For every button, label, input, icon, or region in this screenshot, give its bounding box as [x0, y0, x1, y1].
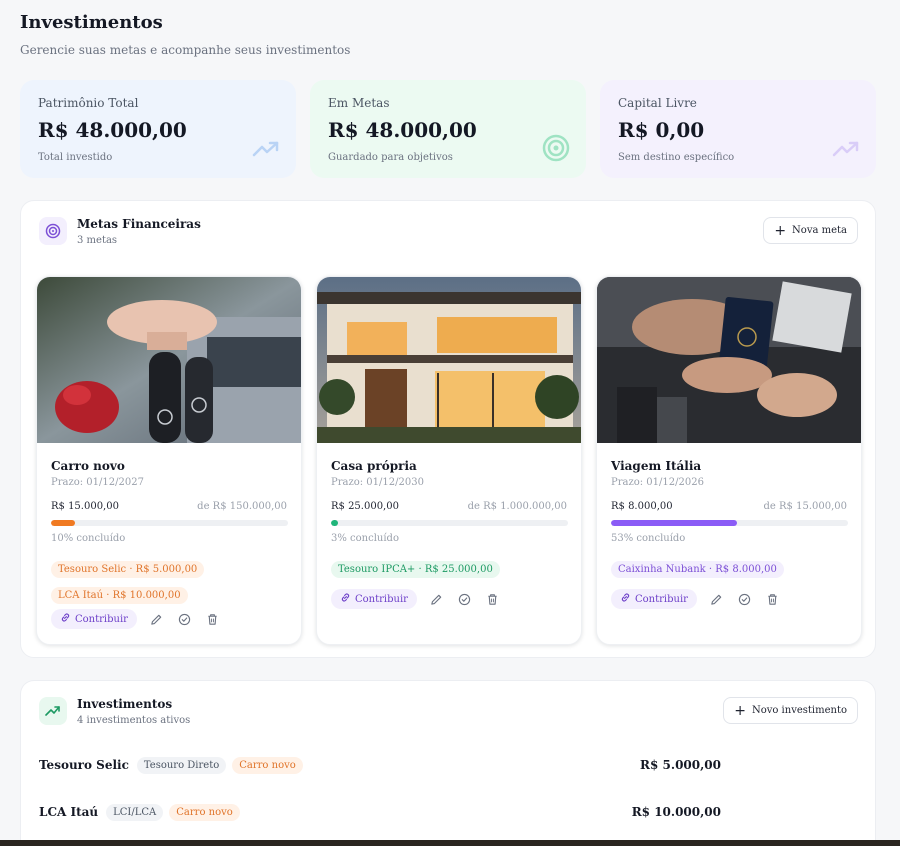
stat-caption: Guardado para objetivos [328, 152, 453, 163]
goal-current-amount: R$ 25.000,00 [331, 501, 399, 512]
goals-panel: Metas Financeiras 3 metas + Nova meta Ca… [20, 200, 876, 658]
edit-icon[interactable] [149, 611, 165, 627]
stat-card-free: Capital Livre R$ 0,00 Sem destino especí… [600, 80, 876, 178]
goal-progress-bar [331, 520, 568, 526]
page-header: Investimentos Gerencie suas metas e acom… [20, 12, 350, 57]
check-circle-icon[interactable] [177, 611, 193, 627]
trending-up-icon [39, 697, 67, 725]
stat-value: R$ 48.000,00 [38, 118, 187, 142]
link-icon [60, 612, 71, 626]
car-keys-image [37, 277, 301, 443]
goal-target-amount: de R$ 150.000,00 [197, 501, 287, 512]
contribute-label: Contribuir [75, 613, 128, 625]
investment-type-badge: Tesouro Direto [136, 756, 227, 774]
goal-name: Viagem Itália [611, 459, 702, 473]
goal-card: Viagem Itália Prazo: 01/12/2026 R$ 8.000… [596, 276, 862, 645]
goal-deadline: Prazo: 01/12/2027 [51, 477, 144, 488]
plus-icon: + [774, 222, 787, 239]
investment-goal-badge: Carro novo [169, 803, 240, 821]
link-icon [620, 592, 631, 606]
investment-row[interactable]: LCA Itaú LCI/LCA Carro novo R$ 10.000,00 [39, 800, 859, 824]
edit-icon[interactable] [709, 591, 725, 607]
check-circle-icon[interactable] [737, 591, 753, 607]
goal-percent: 3% concluído [331, 533, 399, 544]
bottom-edge [0, 840, 900, 846]
new-investment-button[interactable]: + Novo investimento [723, 697, 858, 724]
trash-icon[interactable] [485, 591, 501, 607]
page-subtitle: Gerencie suas metas e acompanhe seus inv… [20, 43, 351, 57]
stat-value: R$ 48.000,00 [328, 118, 477, 142]
goal-name: Casa própria [331, 459, 417, 473]
goal-current-amount: R$ 15.000,00 [51, 501, 119, 512]
check-circle-icon[interactable] [457, 591, 473, 607]
goals-title: Metas Financeiras [77, 217, 201, 231]
investment-amount: R$ 10.000,00 [631, 805, 721, 819]
link-icon [340, 592, 351, 606]
goal-actions: Contribuir [331, 589, 501, 609]
stat-value: R$ 0,00 [618, 118, 705, 142]
target-icon [542, 134, 570, 166]
contribute-button[interactable]: Contribuir [331, 589, 417, 609]
contribute-label: Contribuir [355, 593, 408, 605]
trending-up-icon [252, 140, 280, 162]
stat-card-total: Patrimônio Total R$ 48.000,00 Total inve… [20, 80, 296, 178]
goal-tags: Tesouro IPCA+ · R$ 25.000,00 [331, 557, 571, 583]
target-icon [39, 217, 67, 245]
new-investment-label: Novo investimento [751, 705, 847, 716]
plus-icon: + [734, 702, 746, 719]
goal-card: Casa própria Prazo: 01/12/2030 R$ 25.000… [316, 276, 582, 645]
goal-tag: LCA Itaú · R$ 10.000,00 [51, 587, 188, 604]
goal-target-amount: de R$ 15.000,00 [763, 501, 847, 512]
stat-caption: Sem destino específico [618, 152, 735, 163]
goal-progress-bar [611, 520, 848, 526]
goal-tag: Caixinha Nubank · R$ 8.000,00 [611, 561, 784, 578]
contribute-button[interactable]: Contribuir [611, 589, 697, 609]
goal-current-amount: R$ 8.000,00 [611, 501, 673, 512]
goal-tag: Tesouro IPCA+ · R$ 25.000,00 [331, 561, 500, 578]
contribute-label: Contribuir [635, 593, 688, 605]
contribute-button[interactable]: Contribuir [51, 609, 137, 629]
investments-count: 4 investimentos ativos [77, 715, 191, 726]
investment-name: Tesouro Selic [39, 758, 129, 772]
investment-row[interactable]: Tesouro Selic Tesouro Direto Carro novo … [39, 753, 859, 777]
stat-label: Patrimônio Total [38, 96, 139, 110]
goal-percent: 10% concluído [51, 533, 126, 544]
stat-caption: Total investido [38, 152, 113, 163]
investments-title: Investimentos [77, 697, 173, 711]
goal-deadline: Prazo: 01/12/2030 [331, 477, 424, 488]
goal-progress-fill [51, 520, 75, 526]
goal-progress-fill [331, 520, 339, 526]
goal-tag: Tesouro Selic · R$ 5.000,00 [51, 561, 205, 578]
trending-up-icon [832, 140, 860, 162]
goal-tags: Tesouro Selic · R$ 5.000,00 LCA Itaú · R… [51, 557, 291, 609]
goals-count: 3 metas [77, 235, 118, 246]
new-goal-button[interactable]: + Nova meta [763, 217, 858, 244]
page-title: Investimentos [20, 12, 163, 33]
passport-image [597, 277, 861, 443]
investment-amount: R$ 5.000,00 [640, 758, 721, 772]
stat-label: Em Metas [328, 96, 390, 110]
goal-percent: 53% concluído [611, 533, 686, 544]
goal-name: Carro novo [51, 459, 125, 473]
trash-icon[interactable] [205, 611, 221, 627]
goal-deadline: Prazo: 01/12/2026 [611, 477, 704, 488]
new-goal-label: Nova meta [792, 225, 847, 236]
goal-actions: Contribuir [611, 589, 781, 609]
stat-label: Capital Livre [618, 96, 697, 110]
investment-name: LCA Itaú [39, 805, 99, 819]
goal-progress-fill [611, 520, 737, 526]
goal-card: Carro novo Prazo: 01/12/2027 R$ 15.000,0… [36, 276, 302, 645]
goal-progress-bar [51, 520, 288, 526]
goal-target-amount: de R$ 1.000.000,00 [467, 501, 567, 512]
stat-card-goals: Em Metas R$ 48.000,00 Guardado para obje… [310, 80, 586, 178]
investments-panel: Investimentos 4 investimentos ativos + N… [20, 680, 876, 846]
goal-actions: Contribuir [51, 609, 221, 629]
edit-icon[interactable] [429, 591, 445, 607]
house-image [317, 277, 581, 443]
goal-tags: Caixinha Nubank · R$ 8.000,00 [611, 557, 851, 583]
investment-goal-badge: Carro novo [232, 756, 303, 774]
investment-type-badge: LCI/LCA [106, 803, 164, 821]
trash-icon[interactable] [765, 591, 781, 607]
